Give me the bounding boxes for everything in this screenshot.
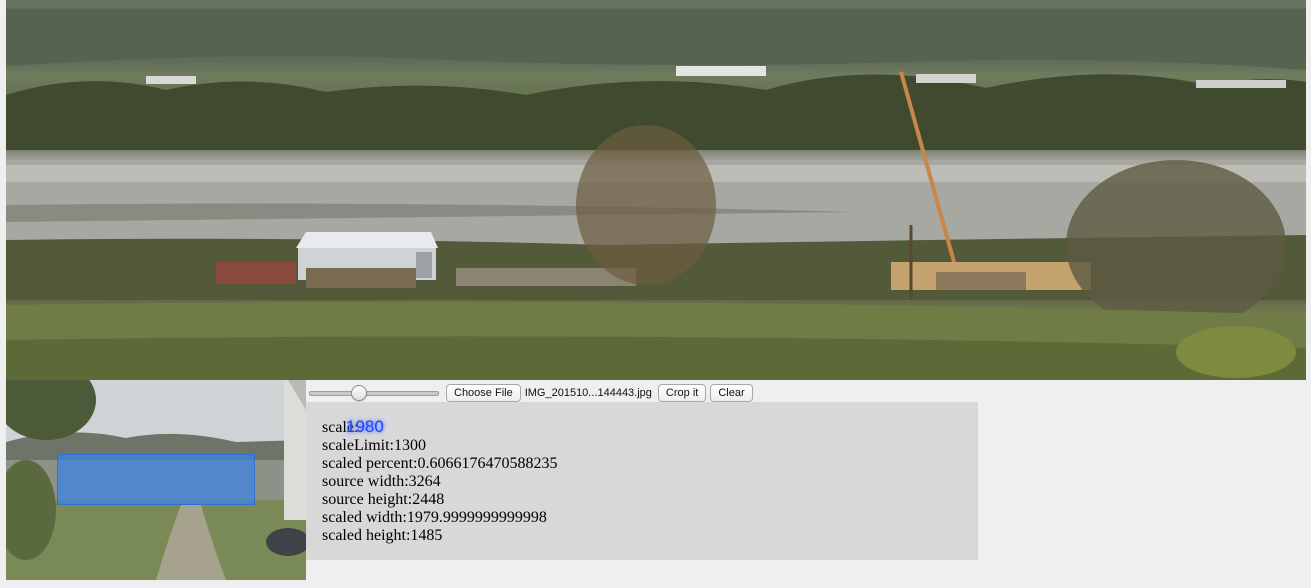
choose-file-button[interactable]: Choose File bbox=[446, 384, 521, 402]
selected-file-name: IMG_201510...144443.jpg bbox=[524, 387, 652, 399]
cropped-photo-preview bbox=[6, 0, 1306, 380]
slider-track[interactable] bbox=[309, 391, 439, 396]
zoom-slider[interactable] bbox=[309, 385, 439, 401]
scaled-percent-line: scaled percent:0.6066176470588235 bbox=[322, 455, 558, 472]
crop-selection-box[interactable] bbox=[57, 454, 255, 505]
scaled-width-line: scaled width:1979.9999999999998 bbox=[322, 509, 547, 526]
scale-limit-line: scaleLimit:1300 bbox=[322, 437, 426, 454]
scaled-height-line: scaled height:1485 bbox=[322, 527, 443, 544]
clear-button[interactable]: Clear bbox=[710, 384, 753, 402]
slider-handle[interactable] bbox=[351, 385, 368, 401]
source-height-line: source height:2448 bbox=[322, 491, 445, 508]
crop-button[interactable]: Crop it bbox=[657, 384, 707, 402]
toolbar: Choose File IMG_201510...144443.jpg Crop… bbox=[306, 382, 755, 404]
scale-label: scale: bbox=[322, 419, 359, 436]
scale-info-panel: scale: scaleLimit:1300 scaled percent:0.… bbox=[306, 402, 978, 560]
scale-line: scale: bbox=[322, 419, 558, 437]
landscape-scene bbox=[6, 0, 1306, 380]
source-thumbnail[interactable] bbox=[6, 380, 306, 580]
info-lines: scale: scaleLimit:1300 scaled percent:0.… bbox=[322, 419, 558, 545]
source-width-line: source width:3264 bbox=[322, 473, 441, 490]
